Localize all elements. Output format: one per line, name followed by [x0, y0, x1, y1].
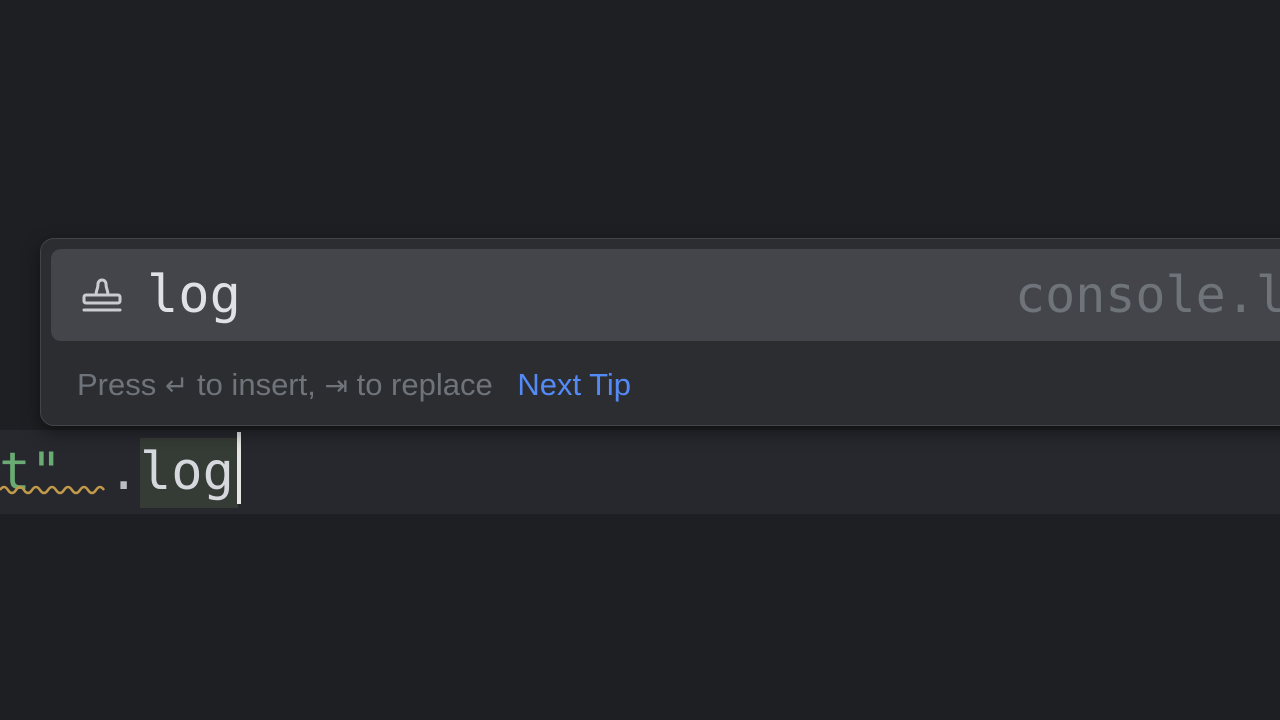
typed-text: log — [140, 442, 234, 502]
warning-squiggle — [0, 485, 106, 495]
code-line[interactable]: rt" . log — [0, 430, 1280, 514]
completion-hint: Press ↵ to insert, ⇥ to replace Next Tip — [77, 359, 631, 411]
next-tip-link[interactable]: Next Tip — [517, 367, 631, 402]
hint-press-text: Press — [77, 367, 157, 402]
completion-item-detail: console.log — [1015, 266, 1280, 324]
completion-item-log[interactable]: log console.log — [51, 249, 1280, 341]
template-stamp-icon — [82, 278, 122, 312]
tab-key-icon: ⇥ — [324, 369, 348, 402]
text-caret — [237, 432, 241, 504]
completion-item-label: log — [147, 265, 241, 325]
hint-insert-text: to insert, — [196, 367, 316, 402]
hint-replace-text: to replace — [356, 367, 493, 402]
enter-key-icon: ↵ — [164, 369, 189, 402]
member-dot: . — [108, 442, 140, 502]
completion-popup: log console.log Press ↵ to insert, ⇥ to … — [40, 238, 1280, 426]
string-literal-tail: rt" — [0, 442, 62, 502]
code-editor[interactable]: rt" . log log console.log Press ↵ to ins… — [0, 0, 1280, 720]
